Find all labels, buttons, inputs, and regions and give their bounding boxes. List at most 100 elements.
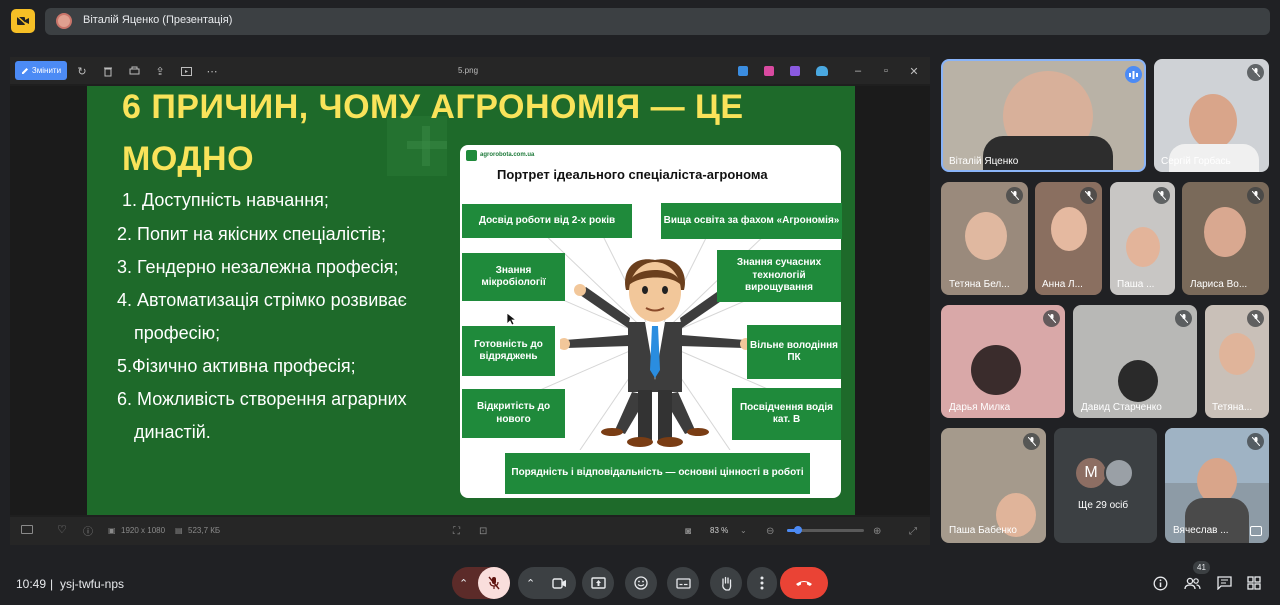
participant-body [1185, 498, 1249, 543]
slide-title-line-1: 6 ПРИЧИН, ЧОМУ АГРОНОМІЯ — ЦЕ [122, 88, 744, 126]
app-icon-3[interactable] [790, 66, 800, 76]
reactions-button[interactable] [625, 567, 657, 599]
more-options-button[interactable] [747, 567, 777, 599]
mic-off-icon [1080, 187, 1097, 204]
print-icon[interactable] [127, 64, 141, 78]
reason-item: 2. Попит на якісних спеціалістів; [117, 224, 386, 244]
rotate-icon[interactable]: ↻ [75, 64, 89, 78]
participant-tile[interactable]: Давид Старченко [1073, 305, 1197, 418]
people-button[interactable] [1183, 574, 1201, 592]
participant-tile[interactable]: Паша ... [1110, 182, 1175, 295]
mic-off-icon [1247, 310, 1264, 327]
trait-box: Знання сучасних технологій вирощування [717, 250, 841, 302]
meet-logo-icon [11, 9, 35, 33]
trait-box: Відкритість до нового [462, 389, 565, 438]
mic-off-icon [1247, 64, 1264, 81]
captions-button[interactable] [667, 567, 699, 599]
trait-box: Вільне володіння ПК [747, 325, 841, 379]
participant-face [1126, 227, 1160, 267]
captions-icon [675, 577, 691, 589]
people-count-badge: 41 [1193, 561, 1210, 574]
participant-face [1051, 207, 1087, 251]
activities-button[interactable] [1245, 574, 1263, 592]
info-icon[interactable]: ⓘ [83, 523, 93, 538]
pin-tile-icon[interactable] [1250, 526, 1262, 536]
slideshow-icon[interactable] [179, 64, 193, 78]
participant-tile[interactable]: Сергій Горбась [1154, 59, 1269, 172]
chat-button[interactable] [1215, 574, 1233, 592]
app-icon-1[interactable] [738, 66, 748, 76]
reason-item: 6. Можливість створення аграрних [117, 389, 407, 409]
cloud-icon[interactable] [816, 66, 828, 76]
participant-tile[interactable]: Тетяна... [1205, 305, 1269, 418]
favorite-icon[interactable]: ♡ [57, 523, 67, 536]
leave-call-button[interactable] [780, 567, 828, 599]
mic-off-icon [1023, 433, 1040, 450]
participant-tile[interactable]: Паша Бабенко [941, 428, 1046, 543]
participant-tile[interactable]: Анна Л... [1035, 182, 1102, 295]
zoom-fit-icon[interactable]: ◙ [685, 526, 691, 537]
participant-face [1189, 94, 1237, 149]
infographic-site: agrorobota.com.ua [480, 152, 535, 158]
participant-name: Паша ... [1117, 279, 1155, 290]
slide-title-line-2: МОДНО [122, 140, 255, 178]
infographic-title: Портрет ідеального спеціаліста-агронома [497, 167, 768, 182]
more-options-icon[interactable]: ⋯ [205, 64, 219, 78]
file-name: 5.png [458, 66, 479, 75]
activities-icon [1247, 576, 1261, 590]
expand-icon[interactable]: ⤢ [909, 526, 917, 537]
participant-tile[interactable]: Вячеслав ... [1165, 428, 1269, 543]
trait-box: Досвід роботи від 2-х років [462, 204, 632, 238]
mic-toggle-button[interactable] [478, 567, 510, 599]
more-participants-tile[interactable]: М Ще 29 осіб [1054, 428, 1157, 543]
trait-box: Готовність до відряджень [462, 326, 555, 376]
zoom-level[interactable]: 83 % [710, 526, 728, 535]
more-participants-label: Ще 29 осіб [1078, 500, 1129, 511]
zoom-slider-handle[interactable] [794, 526, 802, 534]
participant-name: Дарья Милка [949, 402, 1011, 413]
mic-options-chevron-icon[interactable]: ⌃ [459, 577, 468, 590]
zoom-out-icon[interactable]: ⊖ [766, 526, 774, 537]
reason-item: 4. Автоматизація стрімко розвиває [117, 290, 407, 310]
mic-off-icon [1247, 433, 1264, 450]
filmstrip-icon[interactable] [21, 525, 33, 534]
pencil-icon [21, 67, 28, 74]
camera-toggle-button[interactable] [543, 567, 575, 599]
slide-letterbox-right [855, 86, 930, 515]
participant-name: Давид Старченко [1081, 402, 1162, 413]
site-logo-icon [466, 150, 477, 161]
participant-tile[interactable]: Лариса Во... [1182, 182, 1269, 295]
share-icon[interactable]: ⇪ [153, 64, 167, 78]
fit-screen-icon[interactable]: ⛶ [453, 526, 460, 537]
participant-avatar: М [1076, 458, 1106, 488]
participant-name: Віталій Яценко [949, 156, 1019, 167]
mic-off-icon [1175, 310, 1192, 327]
participant-face [1204, 207, 1246, 257]
present-screen-button[interactable] [582, 567, 614, 599]
camera-options-chevron-icon[interactable]: ⌃ [526, 577, 535, 590]
actual-size-icon[interactable]: ⊡ [479, 526, 487, 537]
maximize-icon[interactable]: ▫ [879, 64, 893, 78]
app-icon-2[interactable] [764, 66, 774, 76]
participant-tile[interactable]: Тетяна Бел... [941, 182, 1028, 295]
participant-name: Тетяна Бел... [949, 279, 1010, 290]
participant-tile[interactable]: Віталій Яценко [941, 59, 1146, 172]
raise-hand-button[interactable] [710, 567, 742, 599]
minimize-icon[interactable]: – [851, 64, 865, 78]
zoom-dropdown-icon[interactable]: ⌄ [740, 526, 747, 535]
emoji-icon [634, 576, 648, 590]
participant-face [1219, 333, 1255, 375]
participant-tile[interactable]: Дарья Милка [941, 305, 1065, 418]
zoom-in-icon[interactable]: ⊕ [873, 526, 881, 537]
participant-name: Лариса Во... [1190, 279, 1248, 290]
delete-icon[interactable] [101, 64, 115, 78]
close-icon[interactable]: ✕ [907, 64, 921, 78]
camera-icon [551, 577, 566, 589]
meeting-details-button[interactable] [1151, 574, 1169, 592]
reason-item: 3. Гендерно незалежна професія; [117, 257, 399, 277]
participant-name: Анна Л... [1042, 279, 1083, 290]
hand-icon [721, 576, 731, 591]
presenter-avatar [56, 13, 72, 29]
trait-box: Посвідчення водія кат. В [732, 388, 841, 440]
edit-button[interactable]: Змінити [15, 61, 67, 80]
